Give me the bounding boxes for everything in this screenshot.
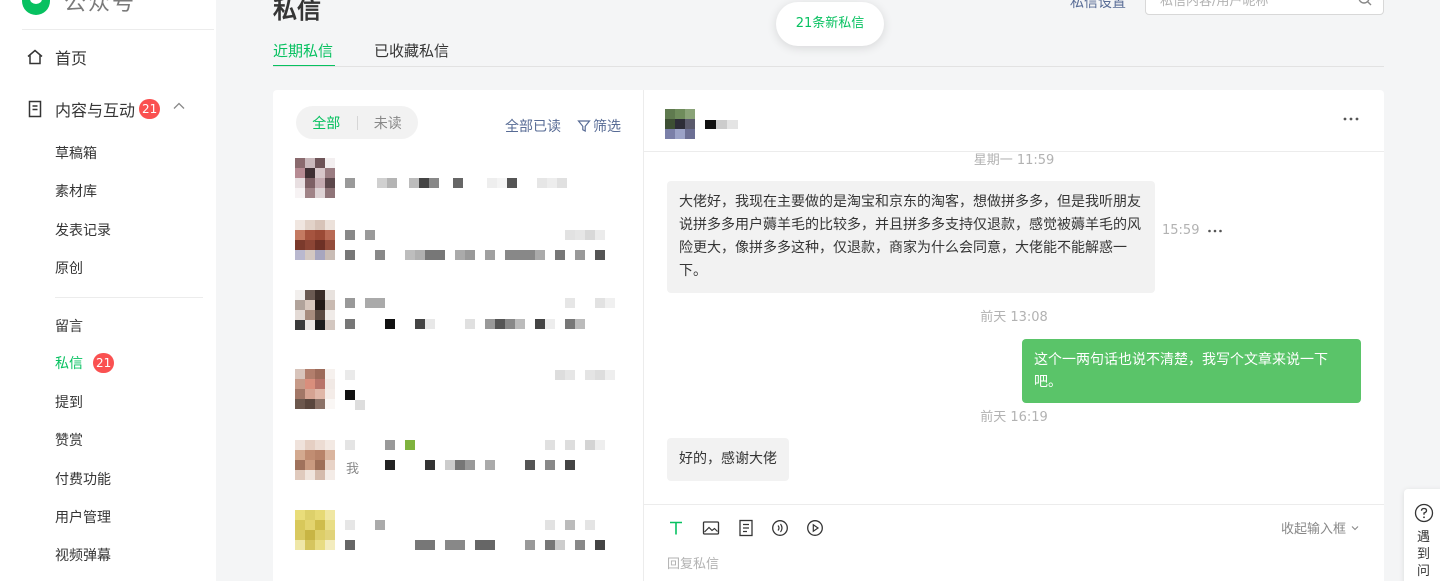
collapse-label: 收起输入框 [1280, 522, 1346, 537]
conversation-item[interactable] [273, 362, 643, 430]
sidebar-item-comments[interactable]: 留言 [55, 316, 83, 336]
mark-all-read-button[interactable]: 全部已读 [505, 116, 561, 136]
brand-name: 公众号 [64, 0, 137, 16]
read-filter-toggle: 全部 未读 [296, 106, 418, 139]
unread-badge: 21 [139, 99, 161, 119]
message-time: 15:59 [1162, 223, 1200, 238]
redacted-preview [345, 540, 605, 550]
sidebar-item-paid-features[interactable]: 付费功能 [55, 469, 111, 489]
tab-recent-messages[interactable]: 近期私信 [273, 40, 333, 61]
sidebar-item-appreciation[interactable]: 赞赏 [55, 430, 83, 450]
filter-icon [577, 120, 591, 132]
search-input[interactable] [1160, 0, 1360, 14]
image-icon[interactable] [702, 519, 720, 537]
redacted-preview [345, 400, 365, 410]
more-icon[interactable] [1342, 115, 1360, 123]
redacted-preview [345, 178, 567, 188]
help-widget[interactable]: 遇到问题 [1404, 489, 1440, 581]
more-icon[interactable] [1207, 228, 1223, 234]
conversation-item[interactable] [273, 508, 643, 576]
message-timestamp: 前天 13:08 [980, 310, 1048, 325]
filter-label: 筛选 [593, 119, 621, 135]
chat-header [644, 90, 1384, 152]
filter-unread-button[interactable]: 未读 [358, 113, 419, 133]
brand-logo[interactable]: 公众号 [22, 0, 136, 16]
audio-icon[interactable] [771, 519, 789, 537]
preview-text: 我 [346, 462, 360, 477]
filter-button[interactable]: 筛选 [577, 116, 621, 136]
document-icon [28, 100, 42, 118]
messages-panel: 全部 未读 全部已读 筛选 我 星期一 11:59 大佬好，我现在主要做的是淘宝… [273, 90, 1384, 581]
chevron-up-icon[interactable] [172, 99, 186, 113]
avatar [295, 510, 335, 550]
filter-all-button[interactable]: 全部 [296, 113, 357, 133]
avatar [295, 158, 335, 198]
redacted-preview [345, 390, 355, 400]
sidebar-item-label: 私信 [55, 356, 83, 372]
avatar [295, 220, 335, 260]
redacted-name [345, 520, 595, 530]
conversation-list: 全部 未读 全部已读 筛选 我 [273, 90, 643, 581]
help-icon [1414, 503, 1434, 523]
message-composer: 收起输入框 回复私信 [644, 504, 1384, 581]
sidebar-item-content[interactable]: 内容与互动 21 [26, 97, 161, 121]
sidebar-item-user-management[interactable]: 用户管理 [55, 507, 111, 527]
redacted-preview [345, 250, 605, 260]
conversation-item[interactable] [273, 288, 643, 356]
wechat-logo-icon [22, 0, 50, 15]
sidebar-item-original[interactable]: 原创 [55, 258, 83, 278]
message-settings-link[interactable]: 私信设置 [1070, 0, 1126, 12]
sidebar-item-messages[interactable]: 私信 21 [55, 353, 115, 373]
conversation-item[interactable]: 我 [273, 434, 643, 502]
new-messages-toast[interactable]: 21条新私信 [776, 2, 884, 46]
collapse-composer-button[interactable]: 收起输入框 [1281, 518, 1360, 537]
incoming-message: 大佬好，我现在主要做的是淘宝和京东的淘客，想做拼多多，但是我听朋友说拼多多用户薅… [667, 181, 1155, 293]
conversation-item[interactable] [273, 152, 643, 220]
help-label: 遇到问题 [1417, 530, 1431, 579]
reply-input[interactable]: 回复私信 [667, 553, 719, 572]
incoming-message: 好的，感谢大佬 [667, 438, 789, 481]
page-title: 私信 [273, 0, 321, 24]
search-box [1145, 0, 1384, 15]
video-icon[interactable] [806, 519, 824, 537]
divider [22, 29, 214, 30]
chevron-down-icon [1351, 525, 1359, 530]
redacted-preview [345, 319, 585, 329]
message-timestamp: 前天 16:19 [980, 410, 1048, 425]
sidebar-item-label: 首页 [55, 49, 88, 68]
sidebar-item-materials[interactable]: 素材库 [55, 181, 97, 201]
text-format-icon[interactable] [667, 519, 685, 537]
unread-badge: 21 [93, 353, 115, 373]
avatar[interactable] [665, 109, 695, 139]
message-timestamp: 星期一 11:59 [973, 153, 1055, 168]
redacted-name [345, 298, 615, 308]
avatar [295, 369, 335, 409]
divider [55, 297, 203, 298]
home-icon [27, 49, 43, 65]
sidebar-item-video-danmaku[interactable]: 视频弹幕 [55, 545, 111, 565]
sidebar-item-mentions[interactable]: 提到 [55, 392, 83, 412]
sidebar-item-label: 内容与互动 [55, 101, 136, 120]
conversation-item[interactable] [273, 218, 643, 286]
redacted-name [345, 370, 615, 380]
sidebar-item-publish-history[interactable]: 发表记录 [55, 220, 111, 240]
redacted-name [345, 440, 605, 450]
redacted-name [345, 230, 605, 240]
tab-starred-messages[interactable]: 已收藏私信 [374, 40, 449, 61]
article-icon[interactable] [737, 519, 755, 537]
avatar [295, 440, 335, 480]
search-icon[interactable] [1357, 0, 1373, 7]
divider [273, 66, 1384, 67]
redacted-username [705, 120, 738, 129]
avatar [295, 290, 335, 330]
sidebar-item-home[interactable]: 首页 [26, 45, 87, 69]
redacted-preview [365, 460, 575, 470]
outgoing-message: 这个一两句话也说不清楚，我写个文章来说一下吧。 [1022, 339, 1361, 403]
sidebar-item-drafts[interactable]: 草稿箱 [55, 143, 97, 163]
sidebar: 公众号 首页 内容与互动 21 草稿箱 素材库 发表记录 原创 留言 私信 21… [0, 0, 216, 581]
